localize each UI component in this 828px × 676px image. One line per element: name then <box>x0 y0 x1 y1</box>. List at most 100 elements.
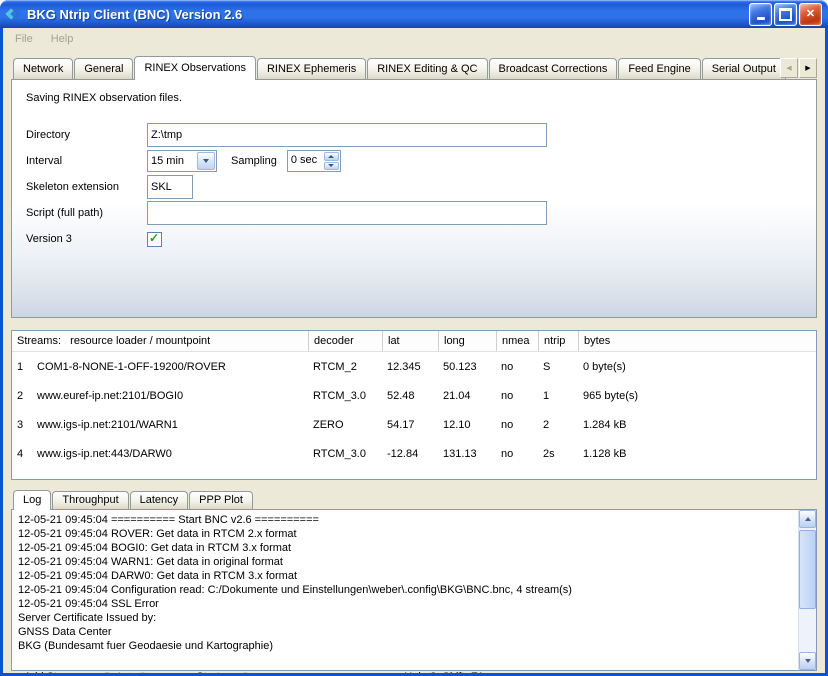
tab-broadcast-corrections[interactable]: Broadcast Corrections <box>489 58 618 79</box>
log-scrollbar[interactable] <box>798 510 816 670</box>
scrollbar-track[interactable] <box>799 528 816 652</box>
window-controls: ✕ <box>749 3 822 26</box>
titlebar[interactable]: BKG Ntrip Client (BNC) Version 2.6 ✕ <box>0 0 828 28</box>
add-stream-button[interactable]: Add Stream <box>24 671 82 673</box>
sampling-spin-buttons <box>324 152 339 170</box>
sampling-up-button[interactable] <box>324 152 339 161</box>
directory-row: Directory <box>26 122 802 148</box>
scrollbar-thumb[interactable] <box>799 530 816 609</box>
stream-lat: 52.48 <box>382 390 438 402</box>
stream-bytes: 1.284 kB <box>578 419 816 431</box>
sampling-down-button[interactable] <box>324 162 339 171</box>
tab-scroll-left-button[interactable]: ◀ <box>780 58 798 78</box>
row-number: 4 <box>12 448 32 460</box>
stream-ntrip: 1 <box>538 390 578 402</box>
stream-decoder: ZERO <box>308 419 382 431</box>
stream-long: 50.123 <box>438 361 496 373</box>
skeleton-extension-input[interactable] <box>147 175 193 199</box>
column-header-lat[interactable]: lat <box>382 331 438 351</box>
minimize-button[interactable] <box>749 3 772 26</box>
scroll-down-button[interactable] <box>799 652 816 670</box>
log-line: 12-05-21 09:45:04 Configuration read: C:… <box>18 583 793 597</box>
column-header-long[interactable]: long <box>438 331 496 351</box>
maximize-button[interactable] <box>774 3 797 26</box>
delete-stream-button[interactable]: Delete Stream <box>104 671 174 673</box>
stream-nmea: no <box>496 361 538 373</box>
help-shortcut-label: Help ?=Shift+F1 <box>404 671 484 673</box>
stream-row[interactable]: 3 www.igs-ip.net:2101/WARN1 ZERO 54.17 1… <box>12 410 816 439</box>
main-tab-bar: Network General RINEX Observations RINEX… <box>11 56 817 79</box>
sampling-value: 0 sec <box>288 151 323 171</box>
sampling-stepper[interactable]: 0 sec <box>287 150 341 172</box>
footer-bar: Add Stream Delete Stream Start Stop Help… <box>11 671 817 673</box>
tab-rinex-observations[interactable]: RINEX Observations <box>134 56 255 80</box>
version3-checkbox[interactable] <box>147 232 162 247</box>
tab-throughput[interactable]: Throughput <box>52 491 128 509</box>
bnc-window: BKG Ntrip Client (BNC) Version 2.6 ✕ Fil… <box>0 0 828 676</box>
chevron-up-icon <box>328 155 334 158</box>
streams-table-header: Streams: resource loader / mountpoint de… <box>12 331 816 352</box>
stream-nmea: no <box>496 390 538 402</box>
log-line: 12-05-21 09:45:04 ========== Start BNC v… <box>18 513 793 527</box>
log-line: GNSS Data Center <box>18 625 793 639</box>
tab-serial-output[interactable]: Serial Output <box>702 58 786 79</box>
stream-decoder: RTCM_3.0 <box>308 390 382 402</box>
stream-long: 12.10 <box>438 419 496 431</box>
stream-bytes: 965 byte(s) <box>578 390 816 402</box>
row-number: 3 <box>12 419 32 431</box>
chevron-down-icon <box>805 659 811 663</box>
tab-rinex-ephemeris[interactable]: RINEX Ephemeris <box>257 58 366 79</box>
tab-scroll-buttons: ◀ ▶ <box>779 58 817 78</box>
tab-feed-engine[interactable]: Feed Engine <box>618 58 700 79</box>
script-path-input[interactable] <box>147 201 547 225</box>
column-header-ntrip[interactable]: ntrip <box>538 331 578 351</box>
interval-dropdown-button[interactable] <box>197 152 215 170</box>
stop-button[interactable]: Stop <box>242 671 265 673</box>
tab-log[interactable]: Log <box>13 490 51 510</box>
left-arrow-icon: ◀ <box>786 65 791 72</box>
version3-row: Version 3 <box>26 226 802 252</box>
column-header-bytes[interactable]: bytes <box>578 331 816 351</box>
stream-mountpoint: www.euref-ip.net:2101/BOGI0 <box>32 390 308 402</box>
interval-value: 15 min <box>148 155 196 167</box>
rinex-observations-panel: Saving RINEX observation files. Director… <box>11 79 817 318</box>
column-header-decoder[interactable]: decoder <box>308 331 382 351</box>
directory-input[interactable] <box>147 123 547 147</box>
stream-bytes: 1.128 kB <box>578 448 816 460</box>
start-button[interactable]: Start <box>196 671 219 673</box>
tab-rinex-editing-qc[interactable]: RINEX Editing & QC <box>367 58 487 79</box>
tab-network[interactable]: Network <box>13 58 73 79</box>
log-output[interactable]: 12-05-21 09:45:04 ========== Start BNC v… <box>12 510 799 670</box>
stream-lat: 12.345 <box>382 361 438 373</box>
column-header-mountpoint[interactable]: Streams: resource loader / mountpoint <box>12 331 308 351</box>
menu-file[interactable]: File <box>7 31 41 47</box>
stream-decoder: RTCM_3.0 <box>308 448 382 460</box>
skeleton-extension-label: Skeleton extension <box>26 181 147 193</box>
tab-latency[interactable]: Latency <box>130 491 189 509</box>
tab-ppp-plot[interactable]: PPP Plot <box>189 491 253 509</box>
log-line: 12-05-21 09:45:04 ROVER: Get data in RTC… <box>18 527 793 541</box>
interval-select[interactable]: 15 min <box>147 150 217 172</box>
column-header-nmea[interactable]: nmea <box>496 331 538 351</box>
stream-row[interactable]: 1 COM1-8-NONE-1-OFF-19200/ROVER RTCM_2 1… <box>12 352 816 381</box>
interval-row: Interval 15 min Sampling 0 sec <box>26 148 802 174</box>
stream-bytes: 0 byte(s) <box>578 361 816 373</box>
panel-description: Saving RINEX observation files. <box>26 92 802 104</box>
chevron-up-icon <box>805 517 811 521</box>
stream-decoder: RTCM_2 <box>308 361 382 373</box>
close-button[interactable]: ✕ <box>799 3 822 26</box>
window-title: BKG Ntrip Client (BNC) Version 2.6 <box>27 7 744 22</box>
stream-mountpoint: COM1-8-NONE-1-OFF-19200/ROVER <box>32 361 308 373</box>
log-line: 12-05-21 09:45:04 SSL Error <box>18 597 793 611</box>
row-number: 2 <box>12 390 32 402</box>
tab-scroll-right-button[interactable]: ▶ <box>799 58 817 78</box>
chevron-down-icon <box>328 164 334 167</box>
stream-row[interactable]: 2 www.euref-ip.net:2101/BOGI0 RTCM_3.0 5… <box>12 381 816 410</box>
stream-long: 21.04 <box>438 390 496 402</box>
tab-general[interactable]: General <box>74 58 133 79</box>
interval-label: Interval <box>26 155 147 167</box>
stream-row[interactable]: 4 www.igs-ip.net:443/DARW0 RTCM_3.0 -12.… <box>12 439 816 468</box>
menu-help[interactable]: Help <box>43 31 82 47</box>
close-icon: ✕ <box>806 9 815 20</box>
scroll-up-button[interactable] <box>799 510 816 528</box>
